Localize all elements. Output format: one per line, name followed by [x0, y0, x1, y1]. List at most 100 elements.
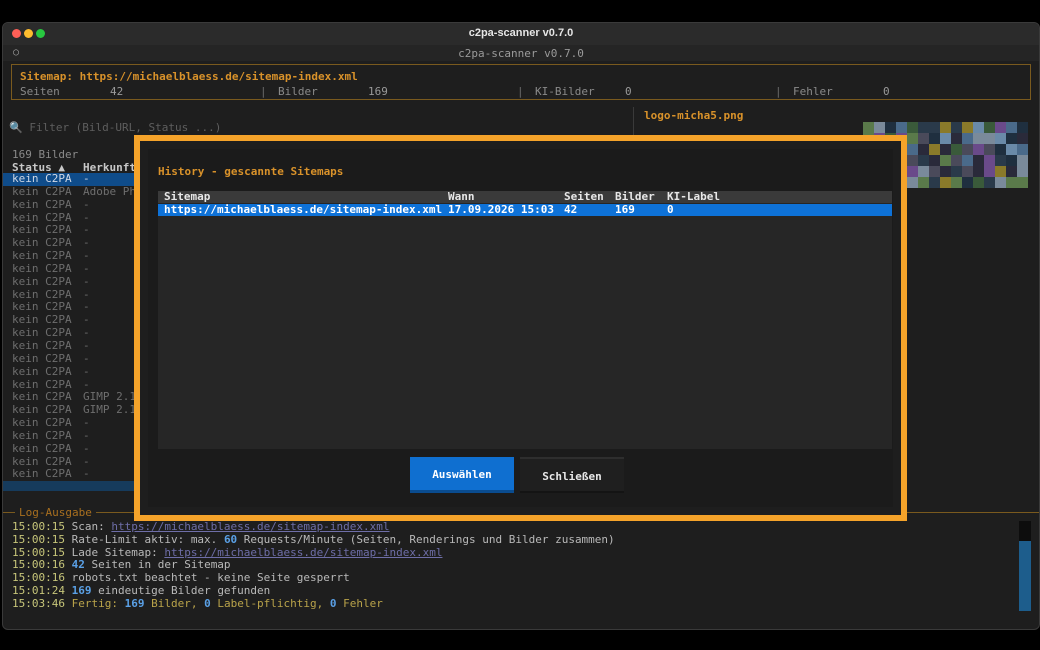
preview-pixel — [962, 177, 973, 188]
preview-title: logo-micha5.png — [644, 109, 744, 122]
history-table-header: Sitemap Wann Seiten Bilder KI-Label — [158, 191, 892, 203]
preview-pixel — [907, 133, 918, 144]
preview-pixel — [874, 122, 885, 133]
preview-pixel — [929, 155, 940, 166]
app-header: ○ c2pa-scanner v0.7.0 — [3, 45, 1039, 61]
preview-pixel — [984, 122, 995, 133]
preview-pixel — [940, 144, 951, 155]
status-cell: kein C2PA — [12, 338, 72, 352]
status-cell: kein C2PA — [12, 428, 72, 442]
dialog-title: History - gescannte Sitemaps — [158, 165, 344, 178]
stat-divider: | — [517, 85, 524, 98]
search-icon: 🔍 — [9, 121, 23, 134]
column-header-bilder: Bilder — [615, 190, 655, 203]
log-text: Bilder, — [144, 596, 205, 610]
stat-value: 42 — [110, 85, 124, 98]
close-button[interactable]: Schließen — [520, 457, 624, 493]
herkunft-cell: - — [83, 197, 90, 211]
history-cell-wann: 17.09.2026 15:03 — [448, 203, 554, 216]
preview-pixel — [973, 166, 984, 177]
log-text: eindeutige Bilder gefunden — [91, 583, 271, 597]
preview-pixel — [984, 133, 995, 144]
herkunft-cell: GIMP 2.1 — [83, 403, 136, 417]
preview-pixel — [962, 155, 973, 166]
preview-pixel — [940, 122, 951, 133]
preview-pixel — [962, 122, 973, 133]
preview-pixel — [951, 166, 962, 177]
column-header-seiten: Seiten — [564, 190, 604, 203]
window-title: c2pa-scanner v0.7.0 — [468, 27, 574, 39]
log-number: 0 — [204, 596, 211, 610]
title-bar: c2pa-scanner v0.7.0 — [3, 23, 1039, 46]
log-timestamp: 15:00:16 — [12, 558, 65, 572]
log-link[interactable]: https://michaelblaess.de/sitemap-index.x… — [111, 520, 389, 533]
herkunft-cell: - — [83, 416, 90, 430]
preview-pixel — [863, 122, 874, 133]
preview-pixel — [1006, 177, 1017, 188]
preview-pixel — [929, 122, 940, 133]
log-panel: Log-Ausgabe 15:00:15 Scan: https://micha… — [3, 506, 1039, 629]
log-text: Fehler — [336, 596, 383, 610]
preview-pixel — [918, 122, 929, 133]
preview-pixel — [940, 166, 951, 177]
preview-pixel — [907, 166, 918, 177]
herkunft-cell: - — [83, 351, 90, 365]
log-timestamp: 15:00:15 — [12, 520, 65, 533]
history-row-selected[interactable]: https://michaelblaess.de/sitemap-index.x… — [158, 204, 892, 216]
log-scrollbar-thumb[interactable] — [1019, 541, 1031, 611]
herkunft-cell: - — [83, 274, 90, 288]
app-title: c2pa-scanner v0.7.0 — [458, 47, 584, 60]
stat-ki-bilder: KI-Bilder 0 — [535, 85, 632, 98]
status-cell: kein C2PA — [12, 351, 72, 365]
stat-value: 0 — [883, 85, 890, 98]
preview-pixel — [962, 166, 973, 177]
status-cell: kein C2PA — [12, 274, 72, 288]
preview-pixel — [907, 155, 918, 166]
log-line: 15:03:46 Fertig: 169 Bilder, 0 Label-pfl… — [12, 596, 615, 611]
preview-pixel — [1017, 166, 1028, 177]
preview-pixel — [951, 122, 962, 133]
log-timestamp: 15:00:15 — [12, 545, 65, 559]
column-header-sitemap: Sitemap — [164, 190, 211, 203]
preview-pixel — [973, 177, 984, 188]
stat-seiten: Seiten 42 — [20, 85, 123, 98]
preview-pixel — [918, 155, 929, 166]
preview-pixel — [973, 122, 984, 133]
preview-pixel — [951, 144, 962, 155]
stat-label: Seiten — [20, 85, 60, 98]
preview-pixel — [995, 166, 1006, 177]
log-timestamp: 15:00:16 — [12, 571, 65, 585]
preview-pixel — [918, 144, 929, 155]
status-cell: kein C2PA — [12, 416, 72, 430]
preview-pixel — [1017, 155, 1028, 166]
log-text: Rate-Limit aktiv: max. — [64, 532, 224, 546]
preview-pixel — [1006, 122, 1017, 133]
log-text: Requests/Minute (Seiten, Renderings und … — [237, 532, 615, 546]
status-cell: kein C2PA — [12, 184, 72, 198]
preview-pixel — [1006, 144, 1017, 155]
preview-pixel — [995, 155, 1006, 166]
stat-divider: | — [260, 85, 267, 98]
filter-input[interactable]: 🔍 Filter (Bild-URL, Status ...) — [9, 121, 221, 134]
select-button[interactable]: Auswählen — [410, 457, 514, 493]
preview-pixel — [951, 155, 962, 166]
herkunft-cell: - — [83, 338, 90, 352]
history-dialog-body: History - gescannte Sitemaps Sitemap Wan… — [148, 149, 893, 507]
log-link[interactable]: https://michaelblaess.de/sitemap-index.x… — [164, 546, 442, 559]
log-text: Fertig: — [64, 596, 125, 610]
preview-pixel — [918, 177, 929, 188]
filter-placeholder: Filter (Bild-URL, Status ...) — [29, 121, 222, 134]
preview-pixel — [918, 166, 929, 177]
status-cell: kein C2PA — [12, 197, 72, 211]
log-number: 60 — [223, 532, 238, 546]
herkunft-cell: - — [83, 261, 90, 275]
preview-pixel — [1006, 155, 1017, 166]
preview-pixel — [929, 133, 940, 144]
stat-value: 0 — [625, 85, 632, 98]
status-cell: kein C2PA — [12, 467, 72, 481]
history-cell-sitemap: https://michaelblaess.de/sitemap-index.x… — [164, 203, 443, 216]
status-cell: kein C2PA — [12, 364, 72, 378]
preview-pixel — [962, 144, 973, 155]
column-header-wann: Wann — [448, 190, 475, 203]
